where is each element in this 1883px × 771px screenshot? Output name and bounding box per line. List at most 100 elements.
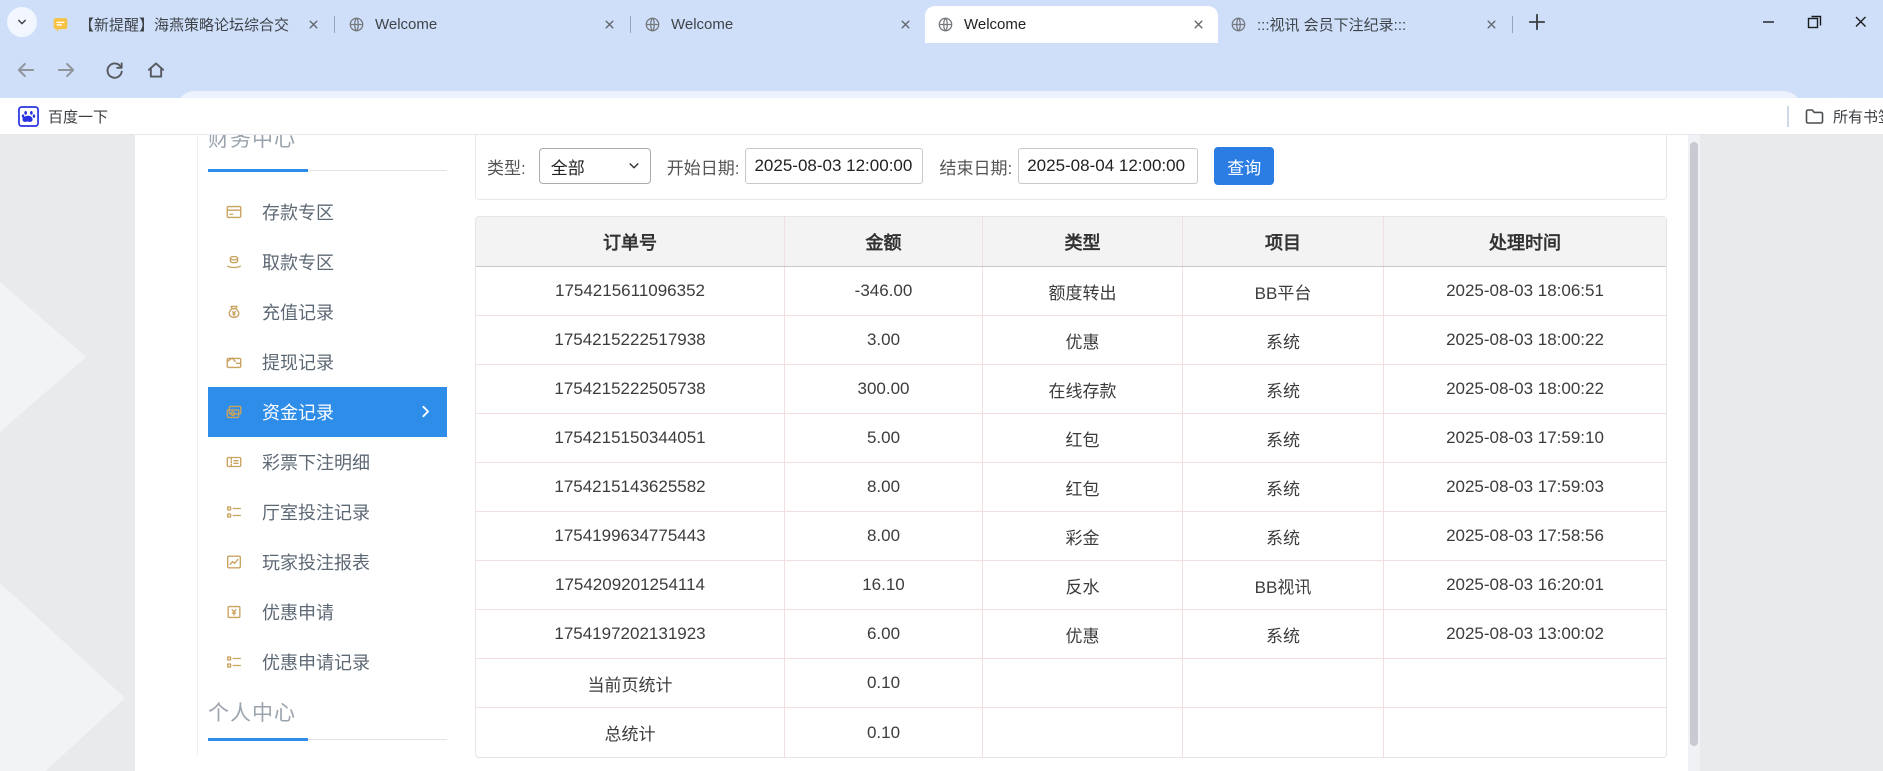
minimize-icon <box>1759 12 1778 31</box>
select-chevron-icon <box>627 159 641 173</box>
sidebar-item-label: 存款专区 <box>262 199 334 225</box>
sidebar-section-personal: 个人中心 <box>208 697 296 727</box>
baidu-paw-icon <box>18 106 39 127</box>
tab-search-button[interactable] <box>7 7 37 37</box>
sidebar-item-label: 厅室投注记录 <box>262 499 370 525</box>
forward-icon <box>55 59 77 81</box>
end-date-label: 结束日期: <box>939 154 1012 179</box>
sidebar-item-gift-8[interactable]: 优惠申请 <box>208 587 447 637</box>
globe-icon <box>644 16 661 33</box>
close-icon <box>1851 12 1870 31</box>
table-cell: 1754215150344051 <box>476 414 785 462</box>
browser-tab[interactable]: Welcome <box>336 6 629 43</box>
tab-close-icon[interactable] <box>304 15 323 34</box>
table-cell: 2025-08-03 17:59:10 <box>1384 414 1666 462</box>
scrollbar-thumb[interactable] <box>1690 142 1698 746</box>
tab-close-icon[interactable] <box>896 15 915 34</box>
forward-button[interactable] <box>48 52 84 88</box>
table-cell: 2025-08-03 17:59:03 <box>1384 463 1666 511</box>
new-tab-button[interactable] <box>1524 9 1550 35</box>
browser-tab[interactable]: Welcome <box>632 6 925 43</box>
restore-button[interactable] <box>1791 0 1837 43</box>
folder-icon <box>1804 106 1825 127</box>
start-date-label: 开始日期: <box>667 154 740 179</box>
sidebar-border <box>197 135 198 755</box>
table-cell: 2025-08-03 13:00:02 <box>1384 610 1666 658</box>
list-icon <box>225 503 243 521</box>
sidebar-item-wallet-3[interactable]: 提现记录 <box>208 337 447 387</box>
sidebar-item-report-7[interactable]: 玩家投注报表 <box>208 537 447 587</box>
tab-title: Welcome <box>375 16 592 33</box>
background-triangle <box>0 583 125 771</box>
tab-close-icon[interactable] <box>600 15 619 34</box>
table-cell: 2025-08-03 18:06:51 <box>1384 267 1666 315</box>
table-header-cell: 类型 <box>983 217 1183 266</box>
table-cell: 0.10 <box>785 659 983 707</box>
close-window-button[interactable] <box>1837 0 1883 43</box>
tab-close-icon[interactable] <box>1482 15 1501 34</box>
funds-icon <box>225 403 243 421</box>
table-cell <box>983 708 1183 757</box>
sidebar-item-label: 提现记录 <box>262 349 334 375</box>
table-header-row: 订单号金额类型项目处理时间 <box>476 217 1666 267</box>
table-cell: 1754197202131923 <box>476 610 785 658</box>
table-header-cell: 项目 <box>1183 217 1384 266</box>
start-date-input[interactable] <box>745 148 923 184</box>
sidebar-item-label: 优惠申请记录 <box>262 649 370 675</box>
bookmarks-divider <box>1787 106 1789 127</box>
table-row: 当前页统计0.10 <box>476 659 1666 708</box>
reload-button[interactable] <box>96 52 132 88</box>
table-cell: 1754209201254114 <box>476 561 785 609</box>
home-button[interactable] <box>138 52 174 88</box>
browser-tab[interactable]: Welcome <box>925 6 1218 43</box>
chevron-down-icon <box>14 14 30 30</box>
table-cell: 1754215143625582 <box>476 463 785 511</box>
tab-divider <box>334 16 335 33</box>
table-cell <box>1384 708 1666 757</box>
table-row: 17542151436255828.00红包系统2025-08-03 17:59… <box>476 463 1666 512</box>
sidebar-item-funds-4[interactable]: 资金记录 <box>208 387 447 437</box>
sidebar-item-deposit-card-0[interactable]: 存款专区 <box>208 187 447 237</box>
sidebar-item-list-9[interactable]: 优惠申请记录 <box>208 637 447 687</box>
end-date-input[interactable] <box>1018 148 1198 184</box>
tab-strip: 【新提醒】海燕策略论坛综合交 Welcome Welcome Welcome:::视讯… <box>40 0 1550 43</box>
globe-icon <box>1230 16 1247 33</box>
table-cell: 2025-08-03 17:58:56 <box>1384 512 1666 560</box>
table-row: 1754215611096352-346.00额度转出BB平台2025-08-0… <box>476 267 1666 316</box>
table-cell: 2025-08-03 18:00:22 <box>1384 316 1666 364</box>
table-cell: 系统 <box>1183 365 1384 413</box>
sidebar-item-ticket-5[interactable]: 彩票下注明细 <box>208 437 447 487</box>
table-cell: BB平台 <box>1183 267 1384 315</box>
sidebar-item-list-6[interactable]: 厅室投注记录 <box>208 487 447 537</box>
section-underline <box>208 738 447 741</box>
table-header-cell: 金额 <box>785 217 983 266</box>
back-button[interactable] <box>8 52 44 88</box>
sidebar-item-money-bag-2[interactable]: 充值记录 <box>208 287 447 337</box>
search-button[interactable]: 查询 <box>1214 147 1274 185</box>
table-cell: 2025-08-03 18:00:22 <box>1384 365 1666 413</box>
type-select[interactable]: 全部 <box>539 148 651 184</box>
table-cell: 额度转出 <box>983 267 1183 315</box>
tab-divider <box>630 16 631 33</box>
gift-icon <box>225 603 243 621</box>
table-cell: 1754215611096352 <box>476 267 785 315</box>
withdraw-hand-icon <box>225 253 243 271</box>
minimize-button[interactable] <box>1745 0 1791 43</box>
sidebar-item-withdraw-hand-1[interactable]: 取款专区 <box>208 237 447 287</box>
sidebar-item-label: 优惠申请 <box>262 599 334 625</box>
table-cell: 优惠 <box>983 316 1183 364</box>
filter-row: 类型: 全部 开始日期: 结束日期: 查询 <box>475 146 1667 186</box>
table-cell: 3.00 <box>785 316 983 364</box>
restore-icon <box>1805 12 1824 31</box>
all-bookmarks-button[interactable]: 所有书签 <box>1804 103 1883 130</box>
browser-tab[interactable]: :::视讯 会员下注纪录::: <box>1218 6 1511 43</box>
home-icon <box>145 59 167 81</box>
tab-close-icon[interactable] <box>1189 15 1208 34</box>
section-underline <box>208 169 447 172</box>
browser-toolbar: js13.cc/hhcp/usercenter.html?iniType=6 <box>0 43 1883 98</box>
table-cell: 总统计 <box>476 708 785 757</box>
reload-icon <box>104 60 125 81</box>
browser-tab[interactable]: 【新提醒】海燕策略论坛综合交 <box>40 6 333 43</box>
bookmark-baidu[interactable]: 百度一下 <box>12 103 114 130</box>
tab-title: Welcome <box>964 16 1181 33</box>
